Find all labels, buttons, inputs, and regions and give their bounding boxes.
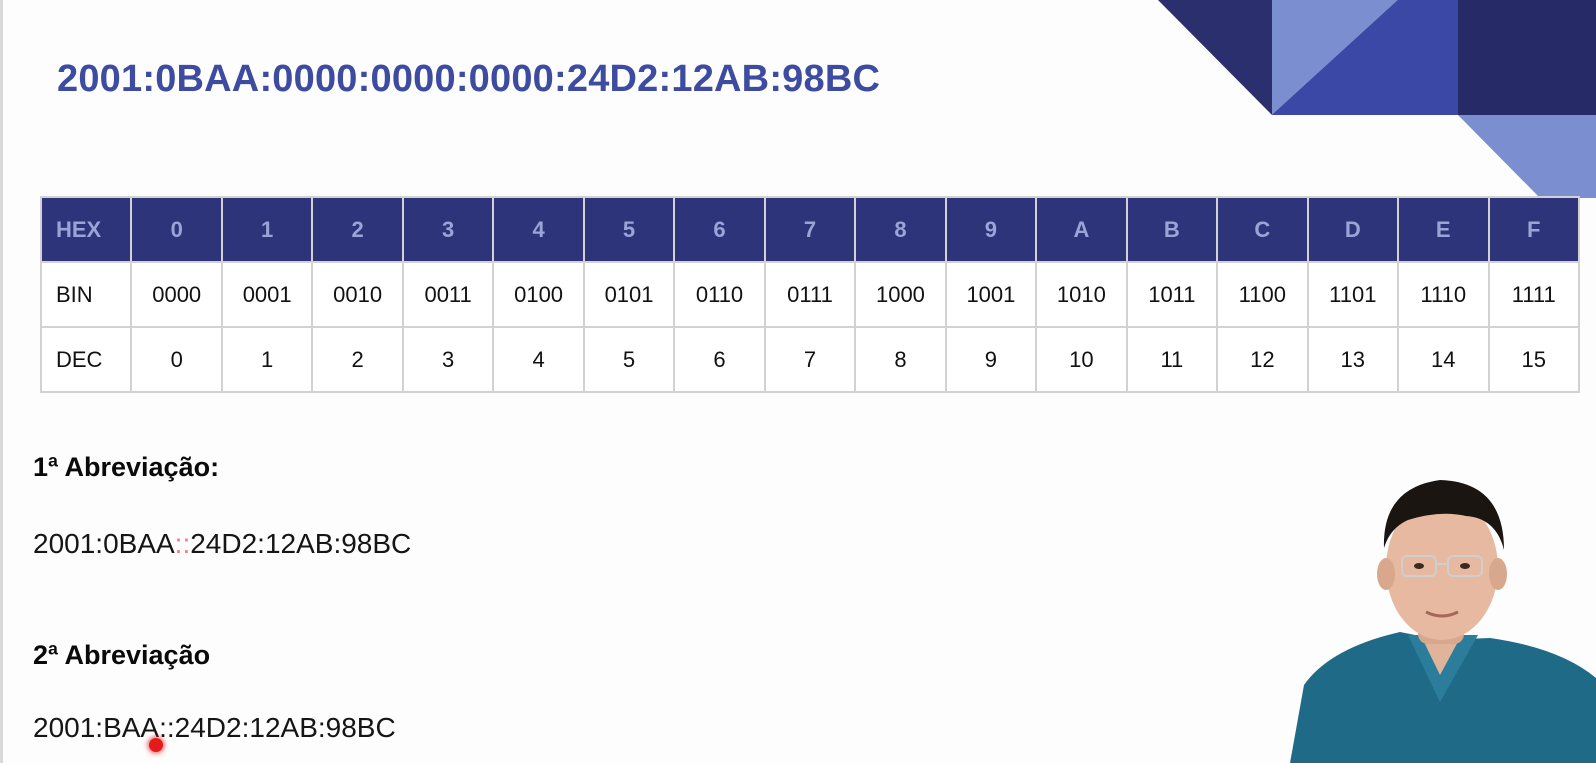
row-label-bin: BIN — [39, 261, 133, 328]
table-header-cell: 4 — [492, 196, 585, 263]
table-cell: 0111 — [763, 261, 857, 328]
table-cell: 1000 — [854, 261, 947, 328]
table-cell: 0001 — [220, 261, 314, 328]
table-header-cell: 5 — [582, 196, 676, 263]
table-header-cell: E — [1397, 196, 1490, 263]
table-cell: 6 — [673, 326, 766, 393]
table-header-cell: 1 — [220, 196, 314, 263]
table-cell: 1010 — [1035, 261, 1128, 328]
table-header-cell: F — [1487, 196, 1580, 263]
table-header-row: HEX 0 1 2 3 4 5 6 7 8 9 A B C D E F — [39, 196, 1580, 263]
table-cell: 1001 — [944, 261, 1038, 328]
table-cell: 0000 — [130, 261, 223, 328]
abbreviation2-address: 2001:BAA::24D2:12AB:98BC — [33, 712, 396, 743]
table-cell: 1100 — [1216, 261, 1309, 328]
abbreviation1-prefix: 2001:0BAA — [33, 528, 175, 559]
table-header-cell: D — [1306, 196, 1400, 263]
table-header-cell: 0 — [130, 196, 223, 263]
table-cell: 9 — [944, 326, 1038, 393]
presenter-webcam-icon — [1290, 480, 1596, 763]
abbreviation1-address: 2001:0BAA::24D2:12AB:98BC — [33, 528, 411, 560]
table-cell: 4 — [492, 326, 585, 393]
slide-title: 2001:0BAA:0000:0000:0000:24D2:12AB:98BC — [57, 58, 881, 100]
laser-pointer-icon — [149, 738, 163, 752]
table-row-bin: BIN 0000 0001 0010 0011 0100 0101 0110 0… — [39, 261, 1580, 328]
table-header-cell: 9 — [944, 196, 1038, 263]
table-cell: 1110 — [1397, 261, 1490, 328]
abbreviation2-address-line: 2001:BAA::24D2:12AB:98BC — [33, 712, 396, 752]
table-header-cell: 6 — [673, 196, 766, 263]
table-cell: 8 — [854, 326, 947, 393]
table-header-cell: C — [1216, 196, 1309, 263]
table-cell: 0110 — [673, 261, 766, 328]
table-row-dec: DEC 0 1 2 3 4 5 6 7 8 9 10 11 12 13 14 1… — [39, 326, 1580, 393]
table-cell: 14 — [1397, 326, 1490, 393]
abbreviation1-suffix: 24D2:12AB:98BC — [190, 528, 412, 559]
table-cell: 1101 — [1306, 261, 1400, 328]
table-cell: 1 — [220, 326, 314, 393]
table-cell: 1011 — [1125, 261, 1219, 328]
table-cell: 15 — [1487, 326, 1580, 393]
table-cell: 7 — [763, 326, 857, 393]
table-cell: 0101 — [582, 261, 676, 328]
abbreviation2-heading: 2ª Abreviação — [33, 640, 211, 670]
table-cell: 0 — [130, 326, 223, 393]
table-cell: 12 — [1216, 326, 1309, 393]
table-header-cell: 2 — [311, 196, 404, 263]
abbreviation1-separator: :: — [174, 528, 191, 559]
table-cell: 13 — [1306, 326, 1400, 393]
table-cell: 3 — [401, 326, 495, 393]
table-header-cell: 8 — [854, 196, 947, 263]
table-header-cell: A — [1035, 196, 1128, 263]
table-header-cell: 7 — [763, 196, 857, 263]
abbreviation1-heading: 1ª Abreviação: — [33, 452, 220, 482]
table-cell: 5 — [582, 326, 676, 393]
table-cell: 11 — [1125, 326, 1219, 393]
table-header-label: HEX — [39, 196, 133, 263]
table-cell: 10 — [1035, 326, 1128, 393]
row-label-dec: DEC — [39, 326, 133, 393]
table-cell: 1111 — [1487, 261, 1580, 328]
hex-conversion-table: HEX 0 1 2 3 4 5 6 7 8 9 A B C D E F BIN … — [39, 196, 1580, 393]
slide-left-edge — [0, 0, 3, 763]
table-header-cell: 3 — [401, 196, 495, 263]
table-cell: 0010 — [311, 261, 404, 328]
table-cell: 0011 — [401, 261, 495, 328]
table-cell: 2 — [311, 326, 404, 393]
table-header-cell: B — [1125, 196, 1219, 263]
table-cell: 0100 — [492, 261, 585, 328]
